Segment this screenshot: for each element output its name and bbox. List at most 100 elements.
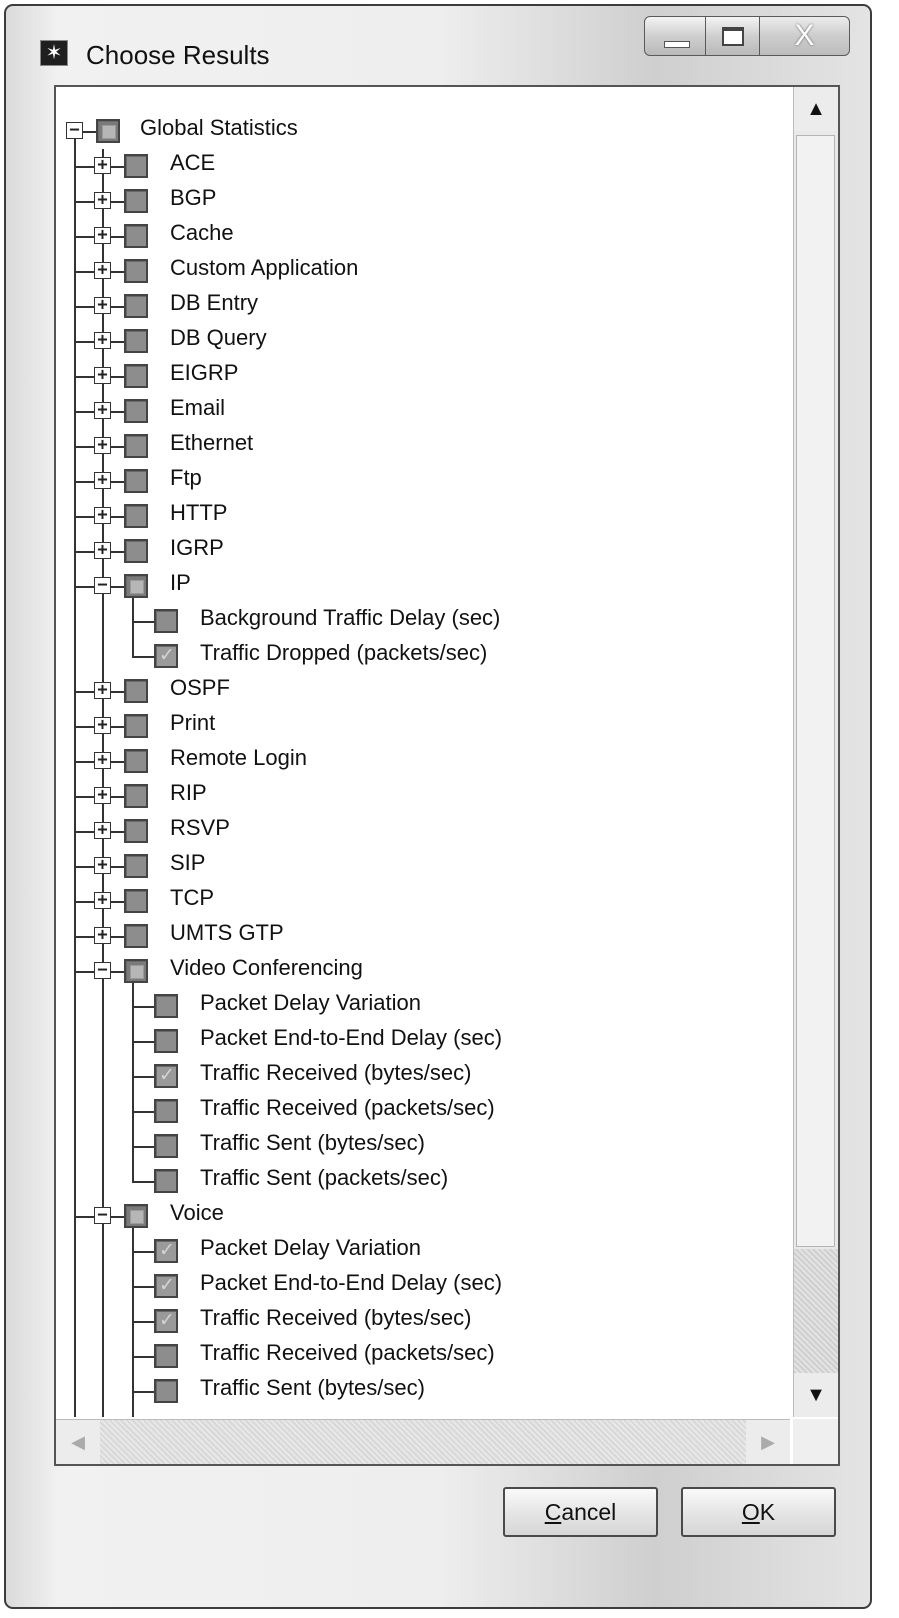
tree-node-row[interactable]: + TCP	[56, 884, 790, 919]
expand-plus-icon[interactable]: +	[94, 507, 111, 524]
expand-plus-icon[interactable]: +	[94, 682, 111, 699]
statistic-checkbox[interactable]	[124, 889, 148, 913]
statistic-checkbox[interactable]	[124, 539, 148, 563]
minimize-button[interactable]	[644, 16, 706, 56]
ok-button[interactable]: OK	[681, 1487, 836, 1537]
collapse-minus-icon[interactable]: −	[94, 962, 111, 979]
expand-plus-icon[interactable]: +	[94, 262, 111, 279]
statistic-checkbox[interactable]	[124, 574, 148, 598]
results-tree[interactable]: − Global Statistics + ACE + BGP + Cache + Custom …	[56, 87, 790, 1417]
statistic-checkbox[interactable]	[124, 749, 148, 773]
collapse-minus-icon[interactable]: −	[94, 1207, 111, 1224]
tree-node-row[interactable]: + Print	[56, 709, 790, 744]
vertical-scroll-thumb[interactable]	[796, 135, 835, 1247]
scroll-down-arrow-icon[interactable]: ▼	[794, 1373, 838, 1417]
scroll-left-arrow-icon[interactable]: ◀	[56, 1420, 100, 1464]
tree-statistic-row[interactable]: Traffic Dropped (packets/sec)	[56, 639, 790, 674]
expand-plus-icon[interactable]: +	[94, 822, 111, 839]
expand-plus-icon[interactable]: +	[94, 857, 111, 874]
tree-node-row[interactable]: + EIGRP	[56, 359, 790, 394]
tree-node-row[interactable]: + ACE	[56, 149, 790, 184]
statistic-checkbox[interactable]	[124, 469, 148, 493]
tree-statistic-row[interactable]: Traffic Sent (packets/sec)	[56, 1164, 790, 1199]
statistic-checkbox[interactable]	[124, 329, 148, 353]
tree-statistic-row[interactable]: Traffic Sent (bytes/sec)	[56, 1374, 790, 1409]
tree-statistic-row[interactable]: Traffic Received (bytes/sec)	[56, 1304, 790, 1339]
tree-node-row[interactable]: + OSPF	[56, 674, 790, 709]
tree-statistic-row[interactable]: Traffic Sent (bytes/sec)	[56, 1129, 790, 1164]
statistic-checkbox[interactable]	[124, 714, 148, 738]
tree-node-row[interactable]: − IP	[56, 569, 790, 604]
statistic-checkbox[interactable]	[154, 1099, 178, 1123]
statistic-checkbox[interactable]	[124, 189, 148, 213]
expand-plus-icon[interactable]: +	[94, 402, 111, 419]
expand-plus-icon[interactable]: +	[94, 297, 111, 314]
collapse-minus-icon[interactable]: −	[94, 577, 111, 594]
expand-plus-icon[interactable]: +	[94, 192, 111, 209]
statistic-checkbox[interactable]	[154, 1169, 178, 1193]
statistic-checkbox[interactable]	[124, 679, 148, 703]
statistic-checkbox[interactable]	[154, 1029, 178, 1053]
tree-statistic-row[interactable]: Packet Delay Variation	[56, 989, 790, 1024]
expand-plus-icon[interactable]: +	[94, 542, 111, 559]
expand-plus-icon[interactable]: +	[94, 332, 111, 349]
statistic-checkbox[interactable]	[154, 994, 178, 1018]
collapse-minus-icon[interactable]: −	[66, 122, 83, 139]
statistic-checkbox[interactable]	[124, 819, 148, 843]
expand-plus-icon[interactable]: +	[94, 717, 111, 734]
expand-plus-icon[interactable]: +	[94, 157, 111, 174]
statistic-checkbox[interactable]	[154, 1064, 178, 1088]
scroll-up-arrow-icon[interactable]: ▲	[794, 87, 838, 131]
statistic-checkbox[interactable]	[154, 1274, 178, 1298]
tree-node-row[interactable]: + Ethernet	[56, 429, 790, 464]
statistic-checkbox[interactable]	[124, 784, 148, 808]
statistic-checkbox[interactable]	[154, 1239, 178, 1263]
statistic-checkbox[interactable]	[124, 224, 148, 248]
statistic-checkbox[interactable]	[124, 434, 148, 458]
tree-node-row[interactable]: + UMTS GTP	[56, 919, 790, 954]
tree-node-row[interactable]: + HTTP	[56, 499, 790, 534]
vertical-scrollbar[interactable]: ▲ ▼	[793, 87, 838, 1417]
tree-statistic-row[interactable]: Traffic Received (bytes/sec)	[56, 1059, 790, 1094]
expand-plus-icon[interactable]: +	[94, 892, 111, 909]
tree-node-row[interactable]: + DB Query	[56, 324, 790, 359]
tree-node-row[interactable]: + Email	[56, 394, 790, 429]
statistic-checkbox[interactable]	[154, 1134, 178, 1158]
statistic-checkbox[interactable]	[154, 1379, 178, 1403]
scroll-right-arrow-icon[interactable]: ▶	[746, 1420, 790, 1464]
tree-node-row[interactable]: + BGP	[56, 184, 790, 219]
statistic-checkbox[interactable]	[124, 259, 148, 283]
expand-plus-icon[interactable]: +	[94, 472, 111, 489]
expand-plus-icon[interactable]: +	[94, 752, 111, 769]
vertical-scroll-track[interactable]	[794, 1249, 838, 1373]
tree-node-row[interactable]: − Voice	[56, 1199, 790, 1234]
statistic-checkbox[interactable]	[124, 364, 148, 388]
tree-node-row[interactable]: + DB Entry	[56, 289, 790, 324]
tree-node-row[interactable]: + Remote Login	[56, 744, 790, 779]
expand-plus-icon[interactable]: +	[94, 927, 111, 944]
expand-plus-icon[interactable]: +	[94, 227, 111, 244]
expand-plus-icon[interactable]: +	[94, 437, 111, 454]
statistic-checkbox[interactable]	[124, 924, 148, 948]
statistic-checkbox[interactable]	[96, 119, 120, 143]
expand-plus-icon[interactable]: +	[94, 367, 111, 384]
tree-node-row[interactable]: − Global Statistics	[56, 114, 790, 149]
close-button[interactable]: X	[760, 16, 850, 56]
tree-node-row[interactable]: + Cache	[56, 219, 790, 254]
tree-statistic-row[interactable]: Packet Delay Variation	[56, 1234, 790, 1269]
statistic-checkbox[interactable]	[124, 294, 148, 318]
tree-node-row[interactable]: + RSVP	[56, 814, 790, 849]
statistic-checkbox[interactable]	[124, 504, 148, 528]
statistic-checkbox[interactable]	[154, 1309, 178, 1333]
tree-node-row[interactable]: + IGRP	[56, 534, 790, 569]
expand-plus-icon[interactable]: +	[94, 787, 111, 804]
maximize-button[interactable]	[706, 16, 760, 56]
tree-node-row[interactable]: + RIP	[56, 779, 790, 814]
statistic-checkbox[interactable]	[154, 644, 178, 668]
statistic-checkbox[interactable]	[124, 959, 148, 983]
tree-statistic-row[interactable]: Packet End-to-End Delay (sec)	[56, 1024, 790, 1059]
tree-node-row[interactable]: + Custom Application	[56, 254, 790, 289]
tree-node-row[interactable]: + SIP	[56, 849, 790, 884]
tree-statistic-row[interactable]: Packet End-to-End Delay (sec)	[56, 1269, 790, 1304]
statistic-checkbox[interactable]	[124, 154, 148, 178]
